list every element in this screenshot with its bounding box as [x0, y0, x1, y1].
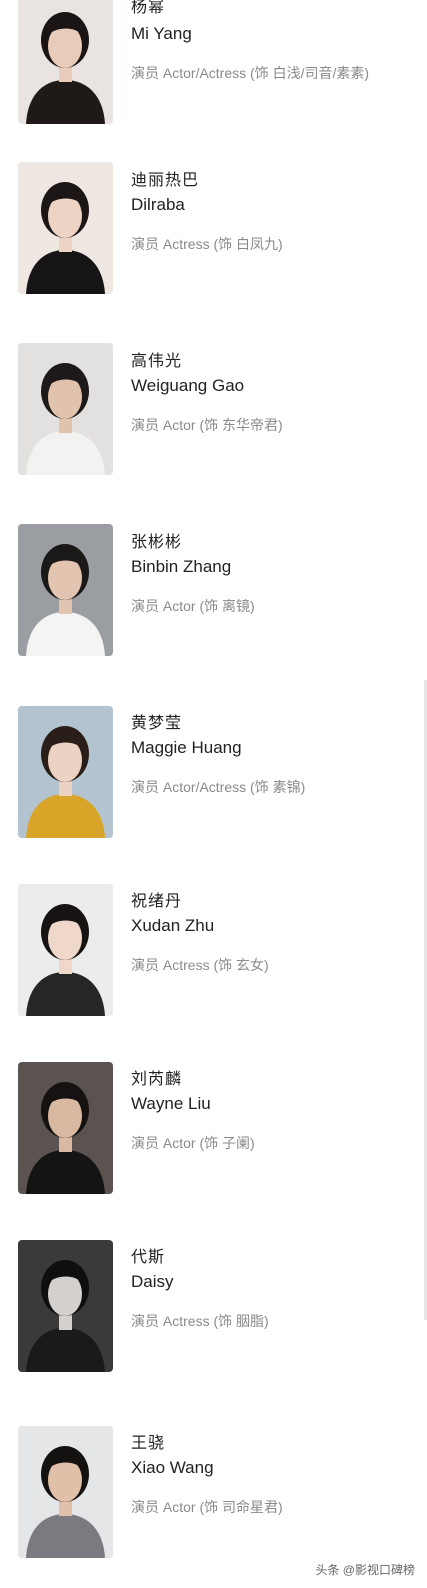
list-item[interactable]: 祝绪丹 Xudan Zhu 演员 Actress (饰 玄女): [0, 884, 427, 1024]
cast-role: 演员 Actress (饰 白凤九): [131, 236, 283, 252]
avatar[interactable]: [18, 706, 113, 838]
list-item[interactable]: 高伟光 Weiguang Gao 演员 Actor (饰 东华帝君): [0, 343, 427, 483]
cast-role: 演员 Actor (饰 离镜): [131, 598, 255, 614]
cast-name-zh: 杨幂: [131, 0, 166, 16]
cast-name-zh: 高伟光: [131, 353, 183, 370]
portrait-image: [18, 1240, 113, 1372]
cast-name-en: Mi Yang: [131, 24, 192, 43]
portrait-image: [18, 884, 113, 1016]
cast-name-zh: 代斯: [131, 1249, 166, 1266]
cast-name-en: Binbin Zhang: [131, 557, 232, 576]
list-item[interactable]: 代斯 Daisy 演员 Actress (饰 胭脂): [0, 1240, 427, 1380]
cast-role: 演员 Actor/Actress (饰 白浅/司音/素素): [131, 65, 370, 81]
avatar[interactable]: [18, 1426, 113, 1558]
avatar[interactable]: [18, 884, 113, 1016]
cast-name-zh: 祝绪丹: [131, 893, 183, 910]
list-item[interactable]: 张彬彬 Binbin Zhang 演员 Actor (饰 离镜): [0, 524, 427, 664]
cast-role: 演员 Actress (饰 胭脂): [131, 1313, 269, 1329]
list-item[interactable]: 迪丽热巴 Dilraba 演员 Actress (饰 白凤九): [0, 162, 427, 302]
cast-name-en: Xudan Zhu: [131, 916, 215, 935]
cast-role: 演员 Actress (饰 玄女): [131, 957, 269, 973]
avatar[interactable]: [18, 162, 113, 294]
cast-name-zh: 王骁: [131, 1435, 166, 1452]
cast-name-en: Weiguang Gao: [131, 376, 245, 395]
avatar[interactable]: [18, 343, 113, 475]
watermark: 头条 @影视口碑榜: [315, 1563, 415, 1577]
cast-role: 演员 Actor (饰 司命星君): [131, 1499, 283, 1515]
portrait-image: [18, 343, 113, 475]
portrait-image: [18, 1062, 113, 1194]
cast-name-zh: 迪丽热巴: [131, 172, 200, 189]
cast-name-zh: 刘芮麟: [131, 1071, 183, 1088]
avatar[interactable]: [18, 1240, 113, 1372]
cast-name-zh: 黄梦莹: [131, 715, 183, 732]
cast-role: 演员 Actor/Actress (饰 素锦): [131, 779, 306, 795]
cast-role: 演员 Actor (饰 子阑): [131, 1135, 255, 1151]
list-item[interactable]: 刘芮麟 Wayne Liu 演员 Actor (饰 子阑): [0, 1062, 427, 1202]
cast-name-en: Maggie Huang: [131, 738, 242, 757]
avatar[interactable]: [18, 524, 113, 656]
avatar[interactable]: [18, 1062, 113, 1194]
portrait-image: [18, 162, 113, 294]
cast-name-en: Xiao Wang: [131, 1458, 214, 1477]
list-item[interactable]: 杨幂 Mi Yang 演员 Actor/Actress (饰 白浅/司音/素素): [0, 0, 427, 140]
portrait-image: [18, 1426, 113, 1558]
cast-name-en: Daisy: [131, 1272, 174, 1291]
cast-role: 演员 Actor (饰 东华帝君): [131, 417, 283, 433]
list-item[interactable]: 黄梦莹 Maggie Huang 演员 Actor/Actress (饰 素锦): [0, 706, 427, 846]
cast-name-zh: 张彬彬: [131, 534, 183, 551]
portrait-image: [18, 0, 113, 124]
cast-name-en: Wayne Liu: [131, 1094, 211, 1113]
list-item[interactable]: 王骁 Xiao Wang 演员 Actor (饰 司命星君): [0, 1426, 427, 1566]
cast-name-en: Dilraba: [131, 195, 185, 214]
portrait-image: [18, 524, 113, 656]
portrait-image: [18, 706, 113, 838]
avatar[interactable]: [18, 0, 113, 124]
